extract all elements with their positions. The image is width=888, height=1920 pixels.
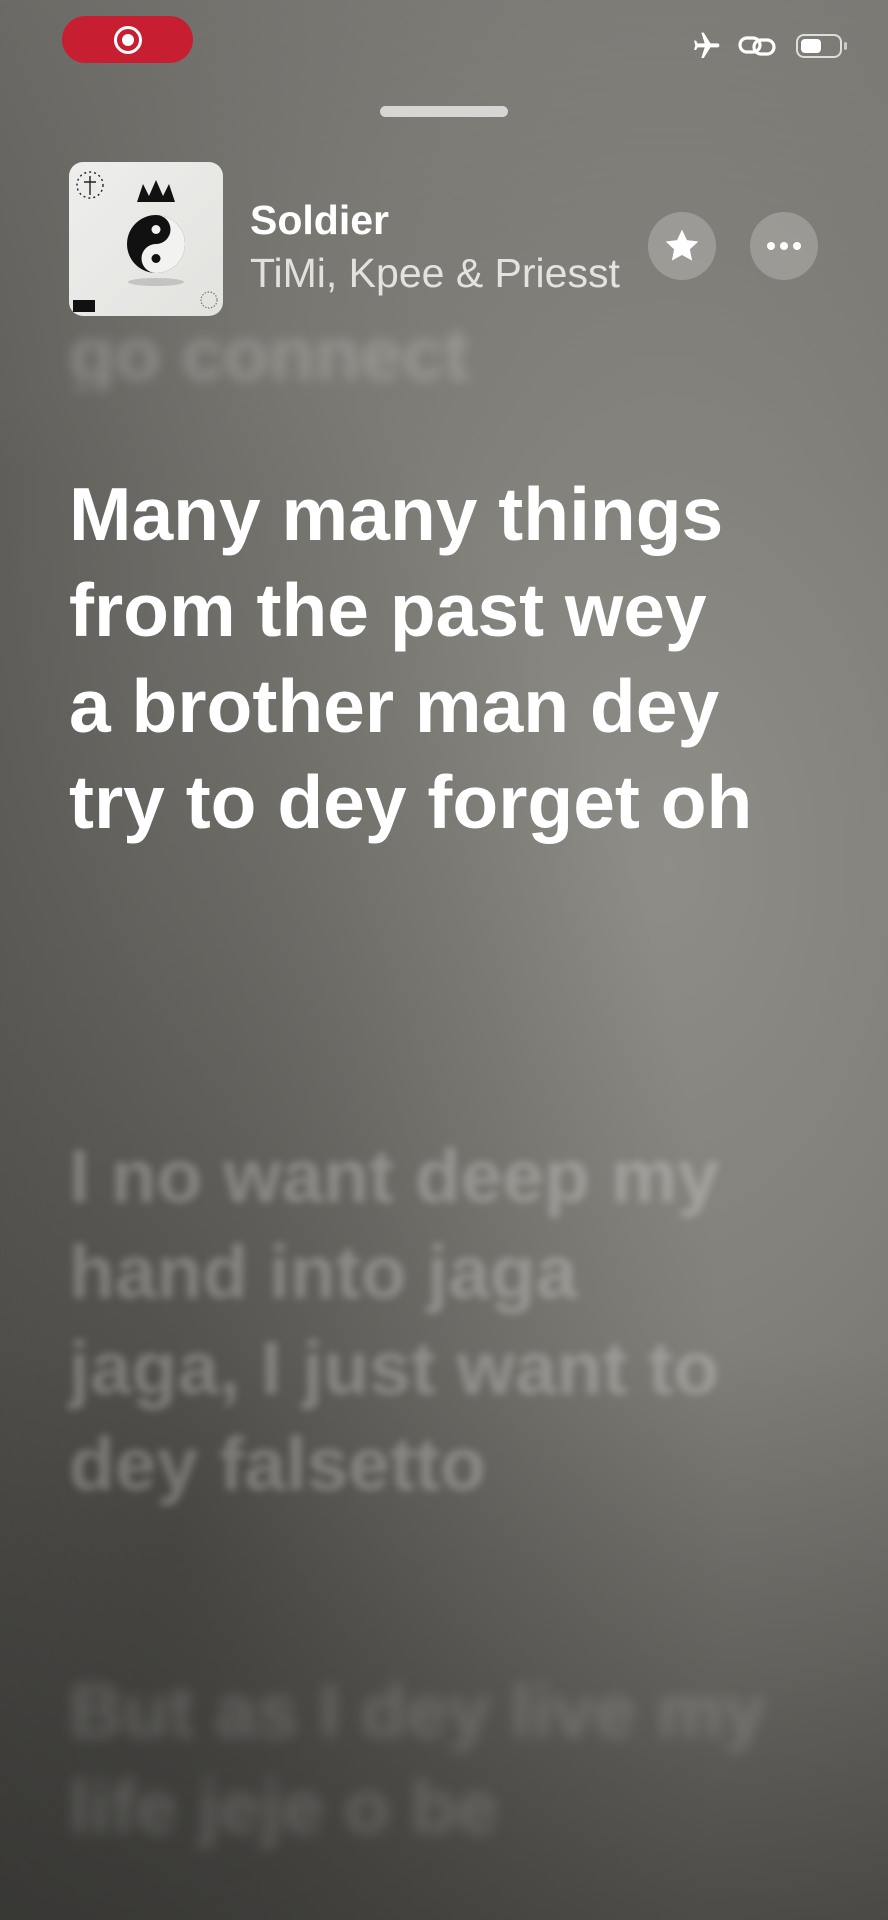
favorite-button[interactable] [648, 212, 716, 280]
battery-icon [796, 34, 847, 58]
record-icon [113, 25, 142, 54]
lyric-line-next[interactable]: I no want deep my hand into jaga jaga, I… [69, 1128, 769, 1512]
lyric-line-current[interactable]: Many many things from the past wey a bro… [69, 466, 769, 850]
sheet-grabber[interactable] [380, 106, 508, 117]
link-icon [738, 36, 776, 56]
star-icon [665, 229, 699, 261]
screen-recording-indicator[interactable] [62, 16, 193, 63]
lyric-line-upcoming[interactable]: But as I dey live my life jeje o be [69, 1663, 769, 1855]
airplane-icon [694, 32, 720, 58]
song-title[interactable]: Soldier [250, 197, 389, 244]
song-artist[interactable]: TiMi, Kpee & Priesst [250, 250, 620, 297]
status-icons [690, 30, 847, 62]
ellipsis-icon [767, 242, 801, 250]
album-art[interactable] [69, 162, 223, 316]
lyric-line-previous[interactable]: go connect [69, 306, 769, 390]
more-options-button[interactable] [750, 212, 818, 280]
